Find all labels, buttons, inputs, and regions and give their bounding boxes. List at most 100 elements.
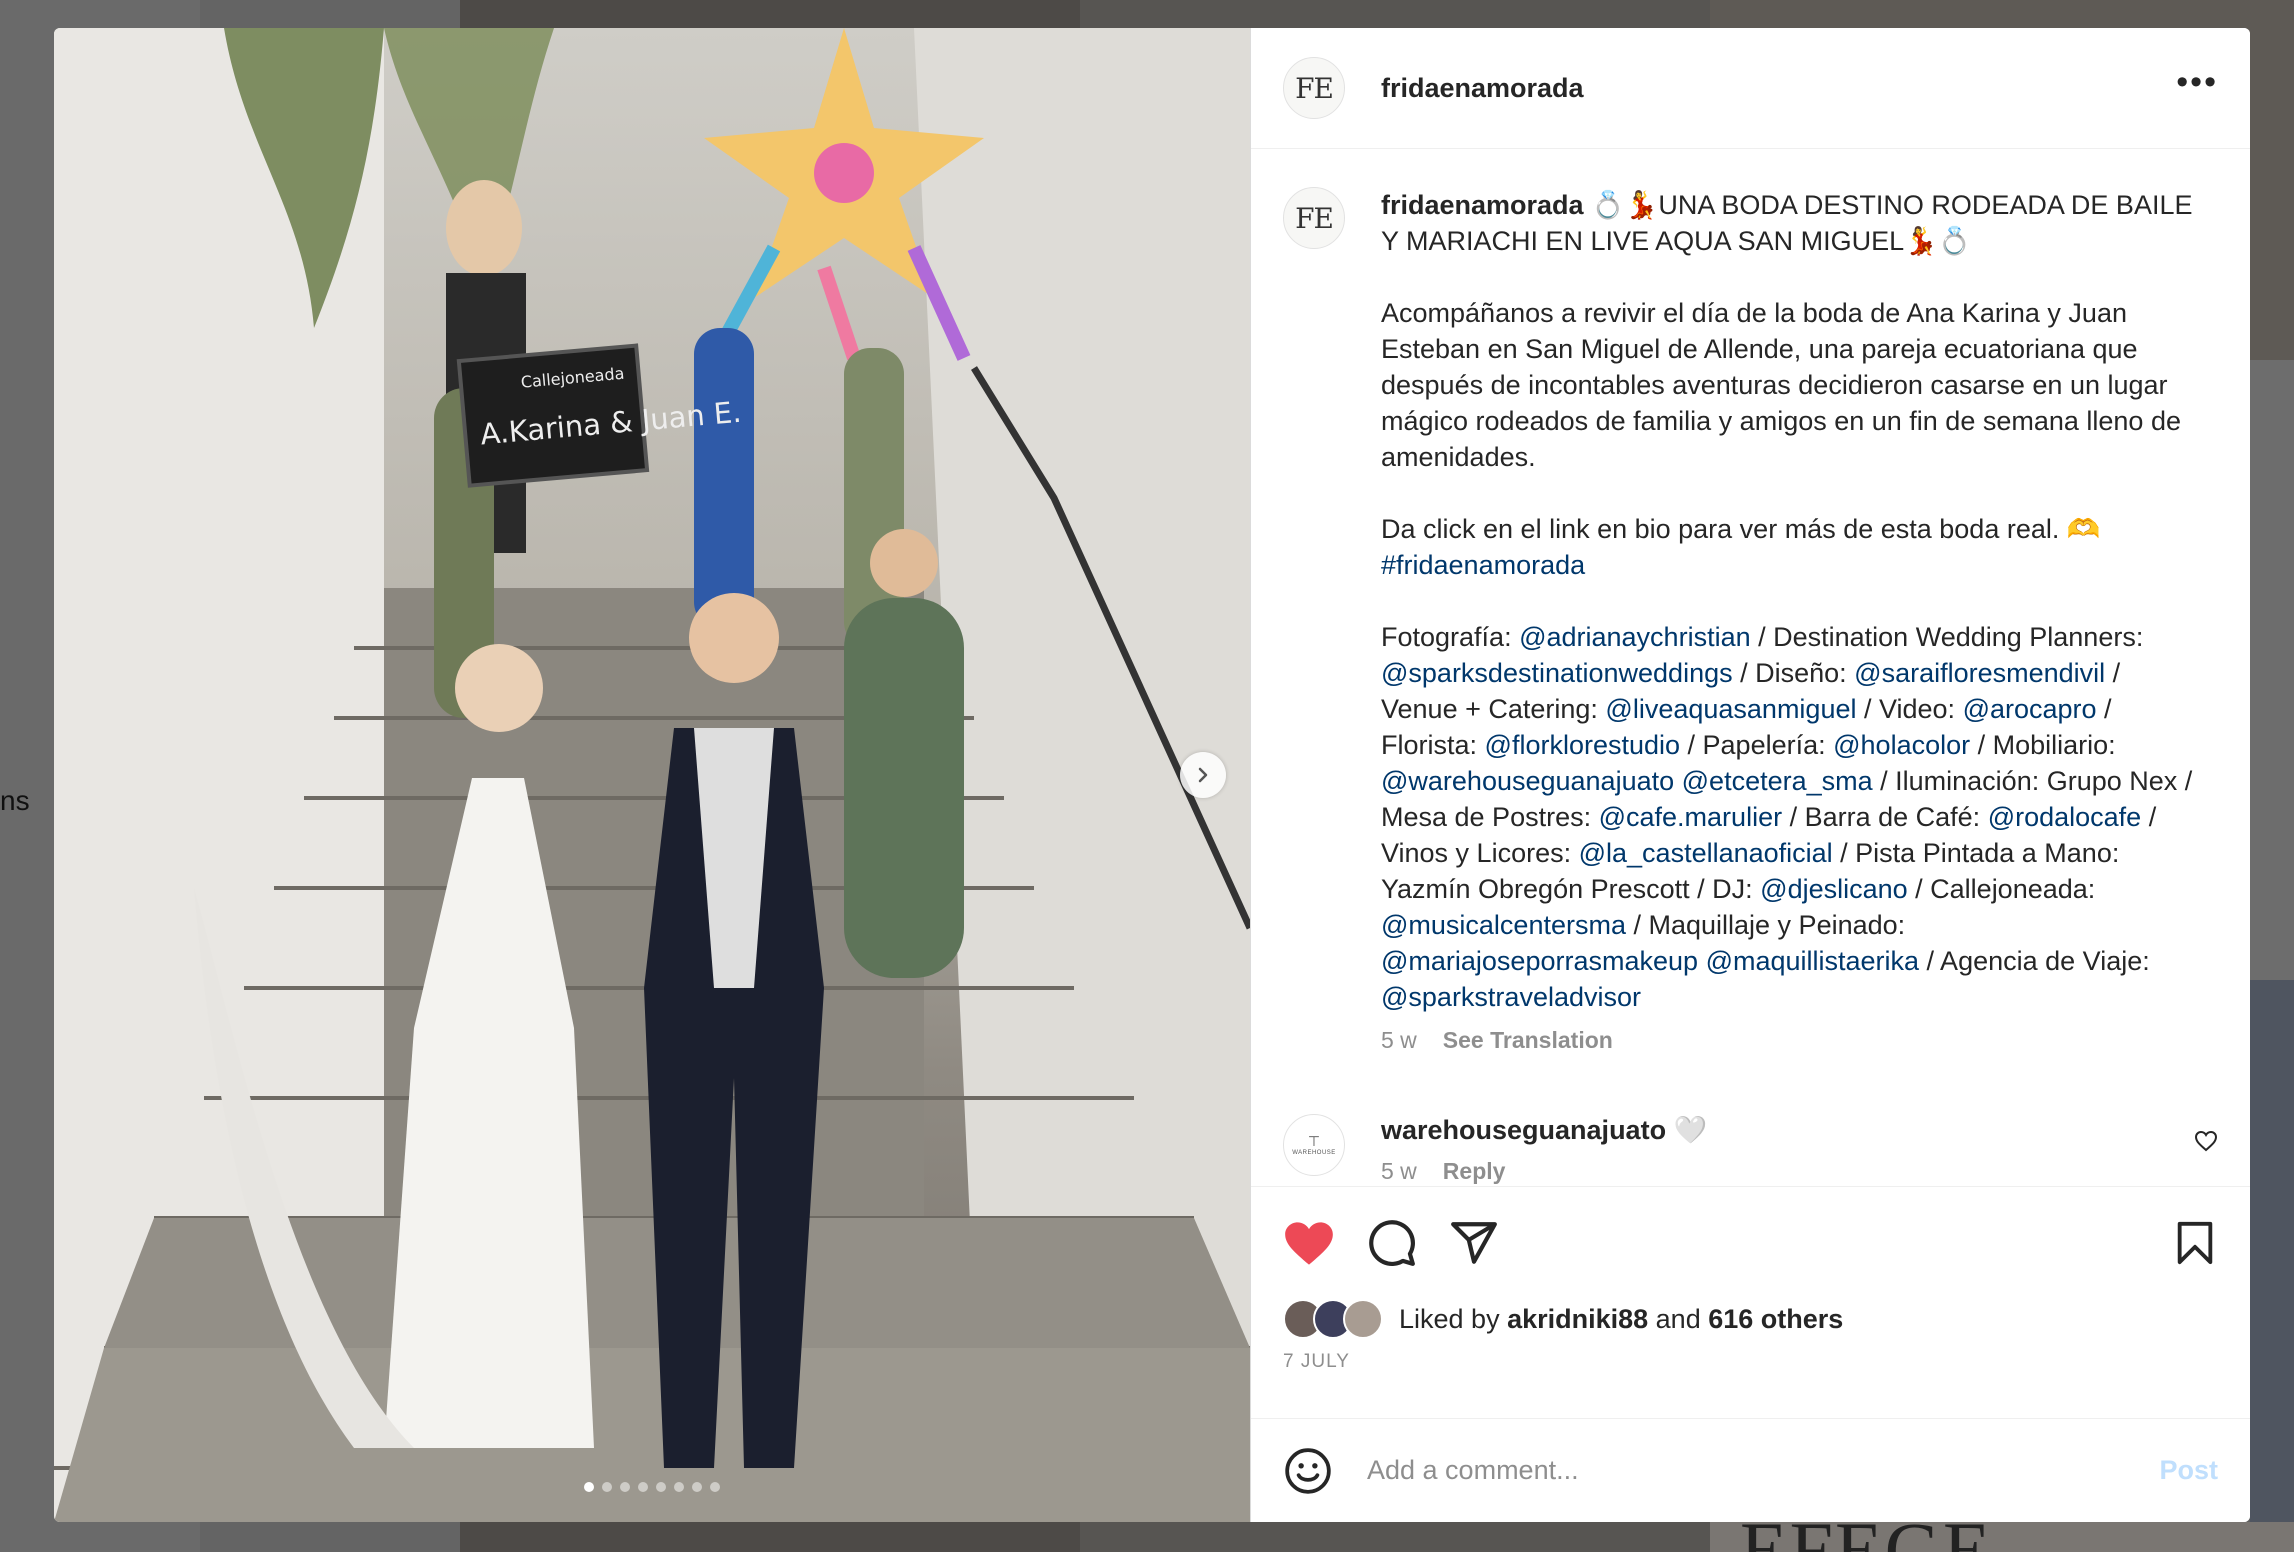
- post-modal: Callejoneada A.Karina & Juan E. FE frida…: [54, 28, 2250, 1522]
- credit-text: / Callejoneada:: [1907, 874, 2103, 904]
- more-options-button[interactable]: •••: [2176, 65, 2218, 111]
- credit-text: / Barra de Café:: [1782, 802, 1988, 832]
- mention-link[interactable]: @liveaquasanmiguel: [1605, 694, 1856, 724]
- caption-body: fridaenamorada 💍💃UNA BODA DESTINO RODEAD…: [1381, 187, 2201, 1054]
- credit-text: [1698, 946, 1706, 976]
- bridesmaid-right: [844, 598, 964, 978]
- credit-text: Fotografía:: [1381, 622, 1520, 652]
- commenter-avatar[interactable]: ⊤ WAREHOUSE: [1283, 1114, 1345, 1176]
- mention-link[interactable]: @saraifloresmendivil: [1854, 658, 2105, 688]
- post-date[interactable]: 7 JULY: [1283, 1351, 2218, 1373]
- caption-credits: Fotografía: @adrianaychristian / Destina…: [1381, 622, 2200, 1012]
- likes-prefix: Liked by: [1399, 1303, 1508, 1334]
- comments-section[interactable]: FE fridaenamorada 💍💃UNA BODA DESTINO ROD…: [1251, 149, 2250, 1186]
- emoji-button[interactable]: [1283, 1446, 1333, 1496]
- mention-link[interactable]: @rodalocafe: [1988, 802, 2142, 832]
- comment-content: 🤍: [1673, 1115, 1708, 1145]
- caption-paragraph-2: Da click en el link en bio para ver más …: [1381, 514, 2101, 544]
- emoji-smiley-icon: [1285, 1447, 1331, 1494]
- carousel-dot: [692, 1482, 702, 1492]
- see-translation-button[interactable]: See Translation: [1443, 1027, 1613, 1054]
- caption-paragraph-1: Acompáñanos a revivir el día de la boda …: [1381, 298, 2189, 472]
- chevron-right-icon: [1198, 767, 1208, 783]
- feed-tile: [2250, 360, 2294, 980]
- credit-text: / Papelería:: [1680, 730, 1834, 760]
- carousel-dot: [656, 1482, 666, 1492]
- likes-text[interactable]: Liked by akridniki88 and 616 others: [1399, 1304, 1843, 1335]
- share-button[interactable]: [1449, 1218, 1499, 1268]
- comment-username[interactable]: warehouseguanajuato: [1381, 1115, 1666, 1145]
- mention-link[interactable]: @sparkstraveladvisor: [1381, 982, 1641, 1012]
- mention-link[interactable]: @djeslicano: [1760, 874, 1908, 904]
- mention-link[interactable]: @musicalcentersma: [1381, 910, 1626, 940]
- carousel-dot: [584, 1482, 594, 1492]
- comment: ⊤ WAREHOUSE warehouseguanajuato 🤍 5 w Re…: [1283, 1114, 2218, 1185]
- likes-summary: Liked by akridniki88 and 616 others: [1283, 1299, 2218, 1339]
- post-header: FE fridaenamorada •••: [1251, 28, 2250, 149]
- liker-avatar[interactable]: [1343, 1299, 1383, 1339]
- comment-text: warehouseguanajuato 🤍: [1381, 1114, 1707, 1146]
- post-photo[interactable]: Callejoneada A.Karina & Juan E.: [54, 28, 1250, 1522]
- hashtag-link[interactable]: #fridaenamorada: [1381, 550, 1585, 580]
- like-button[interactable]: [1283, 1219, 1335, 1267]
- send-paper-plane-icon: [1451, 1222, 1497, 1264]
- carousel-dot: [674, 1482, 684, 1492]
- credit-text: [1674, 766, 1682, 796]
- guest-blue-dress: [694, 328, 754, 628]
- caption-age: 5 w: [1381, 1027, 1417, 1053]
- comment-bubble-icon: [1369, 1220, 1415, 1266]
- bookmark-icon: [2177, 1221, 2213, 1265]
- post-actions: Liked by akridniki88 and 616 others 7 JU…: [1251, 1186, 2250, 1418]
- likes-others[interactable]: 616 others: [1708, 1304, 1843, 1334]
- mention-link[interactable]: @florklorestudio: [1485, 730, 1681, 760]
- heart-outline-icon: [2194, 1130, 2218, 1152]
- background-text-fragment: ns: [0, 785, 30, 816]
- warehouse-logo-word: WAREHOUSE: [1292, 1150, 1336, 1156]
- header-username[interactable]: fridaenamorada: [1381, 73, 1584, 104]
- warehouse-logo-mark: ⊤: [1307, 1133, 1321, 1149]
- likes-middle: and: [1648, 1303, 1709, 1334]
- comment-age: 5 w: [1381, 1158, 1417, 1184]
- mention-link[interactable]: @cafe.marulier: [1599, 802, 1782, 832]
- carousel-dot: [638, 1482, 648, 1492]
- comment-body: warehouseguanajuato 🤍 5 w Reply: [1381, 1114, 1707, 1185]
- carousel-dot: [602, 1482, 612, 1492]
- credit-text: / Maquillaje y Peinado:: [1625, 910, 1913, 940]
- heart-filled-icon: [1285, 1222, 1333, 1265]
- giant-puppet-head: [446, 180, 522, 276]
- feed-tile: [2250, 980, 2294, 1552]
- mention-link[interactable]: @warehouseguanajuato: [1381, 766, 1674, 796]
- mention-link[interactable]: @arocapro: [1963, 694, 2097, 724]
- mention-link[interactable]: @holacolor: [1833, 730, 1970, 760]
- carousel-dot: [620, 1482, 630, 1492]
- mention-link[interactable]: @adrianaychristian: [1519, 622, 1751, 652]
- comment-like-button[interactable]: [2194, 1130, 2218, 1157]
- carousel-indicator: [54, 1482, 1250, 1492]
- mention-link[interactable]: @mariajoseporrasmakeup: [1381, 946, 1698, 976]
- mention-link[interactable]: @la_castellanaoficial: [1579, 838, 1833, 868]
- next-photo-button[interactable]: [1180, 752, 1226, 798]
- credit-text: / Destination Wedding Planners:: [1750, 622, 2151, 652]
- credit-text: / Diseño:: [1732, 658, 1855, 688]
- wedding-photo-illustration: Callejoneada A.Karina & Juan E.: [54, 28, 1250, 1522]
- mention-link[interactable]: @maquillistaerika: [1706, 946, 1919, 976]
- post-comment-button[interactable]: Post: [2159, 1455, 2218, 1486]
- comment-input[interactable]: [1367, 1455, 2160, 1486]
- add-comment-bar: Post: [1251, 1418, 2250, 1522]
- comment-button[interactable]: [1367, 1218, 1417, 1268]
- post-side-panel: FE fridaenamorada ••• FE fridaenamorada …: [1250, 28, 2250, 1522]
- mention-link[interactable]: @sparksdestinationweddings: [1381, 658, 1733, 688]
- likes-first-user[interactable]: akridniki88: [1507, 1304, 1648, 1334]
- mention-link[interactable]: @etcetera_sma: [1682, 766, 1873, 796]
- liker-avatars[interactable]: [1283, 1299, 1383, 1339]
- caption-meta: 5 w See Translation: [1381, 1027, 2201, 1054]
- action-icons: [1283, 1215, 2218, 1271]
- credit-text: / Video:: [1856, 694, 1963, 724]
- caption: FE fridaenamorada 💍💃UNA BODA DESTINO ROD…: [1283, 187, 2218, 1054]
- caption-text: fridaenamorada 💍💃UNA BODA DESTINO RODEAD…: [1381, 187, 2201, 1015]
- save-button[interactable]: [2172, 1220, 2218, 1266]
- caption-username[interactable]: fridaenamorada: [1381, 190, 1584, 220]
- reply-button[interactable]: Reply: [1443, 1158, 1506, 1185]
- profile-avatar[interactable]: FE: [1283, 57, 1345, 119]
- caption-avatar[interactable]: FE: [1283, 187, 1345, 249]
